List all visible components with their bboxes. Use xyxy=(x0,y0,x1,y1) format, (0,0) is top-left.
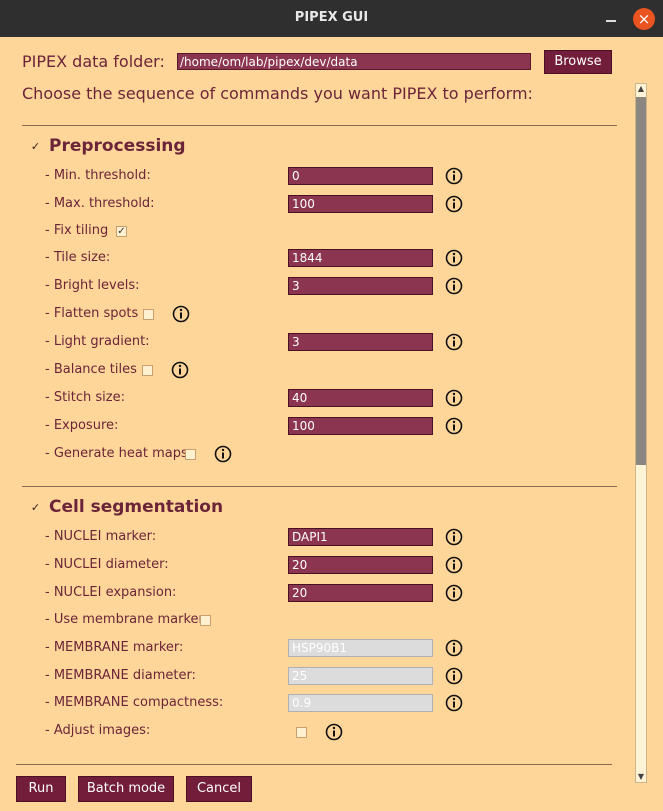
title-bar: PIPEX GUI × xyxy=(0,0,663,37)
use-membrane-marker-checkbox[interactable] xyxy=(200,615,211,626)
min-threshold-input[interactable]: 0 xyxy=(288,167,433,185)
light-gradient-label: - Light gradient: xyxy=(45,334,150,349)
segmentation-checkbox[interactable]: ✓ xyxy=(30,502,41,513)
nuclei-diameter-label: - NUCLEI diameter: xyxy=(45,557,169,572)
separator xyxy=(22,125,617,126)
separator xyxy=(22,486,617,487)
info-icon[interactable] xyxy=(445,277,463,295)
cancel-button[interactable]: Cancel xyxy=(186,776,252,802)
balance-tiles-label: - Balance tiles xyxy=(45,362,137,377)
tile-size-label: - Tile size: xyxy=(45,250,111,265)
nuclei-marker-label: - NUCLEI marker: xyxy=(45,529,157,544)
balance-tiles-checkbox[interactable] xyxy=(142,365,153,376)
membrane-diameter-input[interactable]: 25 xyxy=(288,667,433,685)
adjust-images-checkbox[interactable] xyxy=(296,727,307,738)
scroll-up-icon[interactable]: ▲ xyxy=(635,83,647,95)
info-icon[interactable] xyxy=(445,528,463,546)
fix-tiling-checkbox[interactable]: ✓ xyxy=(116,226,127,237)
batch-mode-button[interactable]: Batch mode xyxy=(78,776,174,802)
scrollbar-thumb[interactable] xyxy=(636,97,646,465)
max-threshold-input[interactable]: 100 xyxy=(288,195,433,213)
membrane-diameter-label: - MEMBRANE diameter: xyxy=(45,668,196,683)
exposure-label: - Exposure: xyxy=(45,418,119,433)
folder-path-input[interactable]: /home/om/lab/pipex/dev/data xyxy=(177,53,531,70)
max-threshold-label: - Max. threshold: xyxy=(45,196,155,211)
preprocessing-checkbox[interactable]: ✓ xyxy=(30,141,41,152)
adjust-images-label: - Adjust images: xyxy=(45,723,151,738)
light-gradient-input[interactable]: 3 xyxy=(288,333,433,351)
close-icon[interactable]: × xyxy=(633,8,655,30)
info-icon[interactable] xyxy=(214,445,232,463)
run-button[interactable]: Run xyxy=(16,776,66,802)
info-icon[interactable] xyxy=(445,195,463,213)
window-title: PIPEX GUI xyxy=(294,10,369,25)
stitch-size-input[interactable]: 40 xyxy=(288,389,433,407)
info-icon[interactable] xyxy=(325,723,343,741)
nuclei-diameter-input[interactable]: 20 xyxy=(288,556,433,574)
flatten-spots-checkbox[interactable] xyxy=(143,309,154,320)
generate-heat-maps-checkbox[interactable] xyxy=(185,449,196,460)
info-icon[interactable] xyxy=(445,333,463,351)
info-icon[interactable] xyxy=(445,417,463,435)
nuclei-marker-input[interactable]: DAPI1 xyxy=(288,528,433,546)
instructions-text: Choose the sequence of commands you want… xyxy=(22,84,533,103)
membrane-marker-label: - MEMBRANE marker: xyxy=(45,640,184,655)
stitch-size-label: - Stitch size: xyxy=(45,390,125,405)
membrane-marker-input[interactable]: HSP90B1 xyxy=(288,639,433,657)
preprocessing-title: Preprocessing xyxy=(49,136,186,156)
exposure-input[interactable]: 100 xyxy=(288,417,433,435)
minimize-icon[interactable] xyxy=(604,7,618,27)
info-icon[interactable] xyxy=(445,584,463,602)
bright-levels-input[interactable]: 3 xyxy=(288,277,433,295)
main-panel: PIPEX data folder: /home/om/lab/pipex/de… xyxy=(0,37,663,811)
generate-heat-maps-label: - Generate heat maps xyxy=(45,446,188,461)
info-icon[interactable] xyxy=(445,556,463,574)
separator xyxy=(16,764,612,765)
info-icon[interactable] xyxy=(445,639,463,657)
membrane-compactness-input[interactable]: 0.9 xyxy=(288,694,433,712)
use-membrane-marker-label: - Use membrane marker xyxy=(45,612,204,627)
info-icon[interactable] xyxy=(445,249,463,267)
nuclei-expansion-input[interactable]: 20 xyxy=(288,584,433,602)
info-icon[interactable] xyxy=(445,389,463,407)
scrollbar[interactable]: ▲ ▼ xyxy=(635,83,647,783)
scroll-down-icon[interactable]: ▼ xyxy=(635,771,647,783)
browse-button[interactable]: Browse xyxy=(544,50,612,74)
info-icon[interactable] xyxy=(171,361,189,379)
info-icon[interactable] xyxy=(445,167,463,185)
min-threshold-label: - Min. threshold: xyxy=(45,168,151,183)
bright-levels-label: - Bright levels: xyxy=(45,278,140,293)
nuclei-expansion-label: - NUCLEI expansion: xyxy=(45,585,177,600)
membrane-compactness-label: - MEMBRANE compactness: xyxy=(45,695,224,710)
tile-size-input[interactable]: 1844 xyxy=(288,249,433,267)
segmentation-title: Cell segmentation xyxy=(49,497,224,517)
info-icon[interactable] xyxy=(445,694,463,712)
info-icon[interactable] xyxy=(445,667,463,685)
folder-label: PIPEX data folder: xyxy=(22,52,165,71)
flatten-spots-label: - Flatten spots xyxy=(45,306,139,321)
fix-tiling-label: - Fix tiling xyxy=(45,223,109,238)
info-icon[interactable] xyxy=(172,305,190,323)
